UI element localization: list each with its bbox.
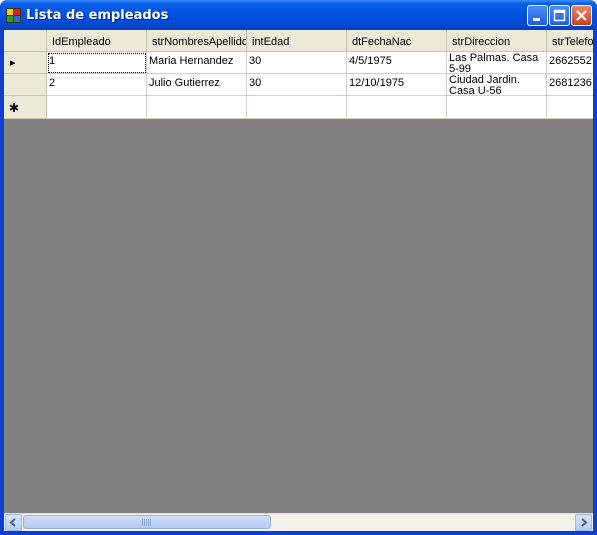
row-header-new[interactable]: ✱ [4,96,47,119]
new-row-cell[interactable] [347,96,447,119]
column-header-idempleado[interactable]: IdEmpleado [47,30,147,52]
maximize-button[interactable] [549,5,570,26]
employee-datagrid[interactable]: IdEmpleado strNombresApellidos intEdad d… [4,30,593,119]
close-icon [576,10,587,21]
column-header-direccion[interactable]: strDireccion [447,30,547,52]
grid-corner-header[interactable] [4,30,47,52]
horizontal-scrollbar[interactable] [4,513,593,531]
column-header-fechanac[interactable]: dtFechaNac [347,30,447,52]
table-cell[interactable]: 30 [247,52,347,74]
table-cell[interactable]: Ciudad Jardin. Casa U-56 [447,74,547,96]
scroll-thumb[interactable] [23,515,271,529]
maximize-icon [553,9,566,22]
new-row-cell[interactable] [47,96,147,119]
new-row-cell[interactable] [247,96,347,119]
row-header[interactable] [4,74,47,96]
row-header[interactable]: ▸ [4,52,47,74]
table-cell[interactable]: 2681236 [547,74,593,96]
column-header-telefono[interactable]: strTelefo [547,30,593,52]
arrow-right-icon [581,518,588,527]
title-bar[interactable]: Lista de empleados [0,0,597,30]
arrow-left-icon [9,518,16,527]
grip-icon [142,519,152,526]
close-button[interactable] [571,5,592,26]
client-area: IdEmpleado strNombresApellidos intEdad d… [4,30,593,531]
scroll-left-button[interactable] [5,514,22,531]
table-cell[interactable]: 4/5/1975 [347,52,447,74]
app-icon [6,8,21,23]
table-cell[interactable]: Las Palmas. Casa 5-99 [447,52,547,74]
column-header-nombres[interactable]: strNombresApellidos [147,30,247,52]
window-title: Lista de empleados [26,8,169,23]
app-window: Lista de empleados IdEmpleado strNombres… [0,0,597,535]
minimize-icon [533,18,540,21]
new-row-cell[interactable] [447,96,547,119]
table-cell[interactable]: 12/10/1975 [347,74,447,96]
column-header-edad[interactable]: intEdad [247,30,347,52]
scroll-right-button[interactable] [575,514,592,531]
new-row-indicator: ✱ [9,101,20,115]
new-row-cell[interactable] [147,96,247,119]
minimize-button[interactable] [527,5,548,26]
table-cell[interactable]: Maria Hernandez [147,52,247,74]
new-row-cell[interactable] [547,96,593,119]
table-cell[interactable]: 2 [47,74,147,96]
table-cell[interactable]: 30 [247,74,347,96]
table-cell[interactable]: Julio Gutierrez [147,74,247,96]
current-row-indicator: ▸ [10,57,16,69]
table-cell[interactable]: 1 [47,52,147,74]
table-cell[interactable]: 2662552 [547,52,593,74]
